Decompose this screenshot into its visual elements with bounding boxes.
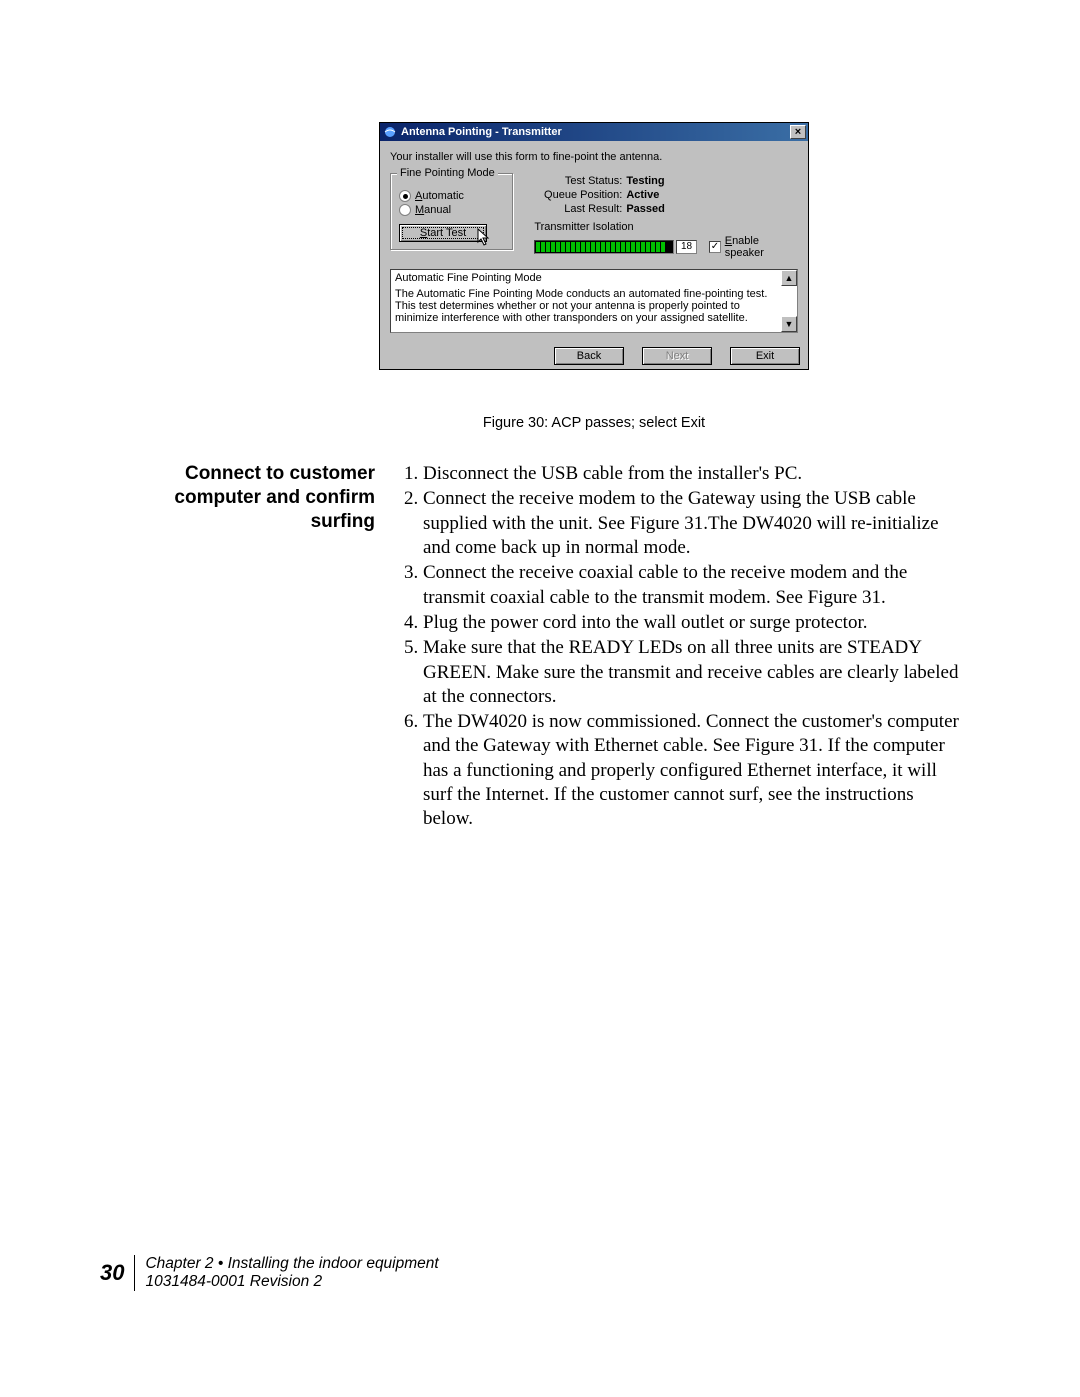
transmitter-isolation-label: Transmitter Isolation xyxy=(534,221,798,233)
back-button[interactable]: Back xyxy=(554,347,624,365)
page-footer: 30 Chapter 2 • Installing the indoor equ… xyxy=(100,1255,439,1292)
next-button[interactable]: Next xyxy=(642,347,712,365)
test-status-value: Testing xyxy=(626,175,664,187)
page-number: 30 xyxy=(100,1260,134,1286)
radio-icon xyxy=(399,190,411,202)
list-item: Connect the receive modem to the Gateway… xyxy=(423,487,965,560)
window-title: Antenna Pointing - Transmitter xyxy=(401,126,562,138)
info-box: Automatic Fine Pointing Mode The Automat… xyxy=(390,269,798,333)
group-legend: Fine Pointing Mode xyxy=(397,167,498,179)
figure-caption: Figure 30: ACP passes; select Exit xyxy=(379,415,809,431)
list-item: Connect the receive coaxial cable to the… xyxy=(423,561,965,610)
status-block: Test Status: Testing Queue Position: Act… xyxy=(534,175,798,215)
list-item: Make sure that the READY LEDs on all thr… xyxy=(423,636,965,709)
enable-speaker-checkbox[interactable]: ✓ Enable speaker xyxy=(709,235,798,259)
app-icon xyxy=(383,125,397,139)
titlebar[interactable]: Antenna Pointing - Transmitter × xyxy=(380,123,808,141)
close-button[interactable]: × xyxy=(790,125,806,139)
exit-button[interactable]: Exit xyxy=(730,347,800,365)
radio-manual[interactable]: Manual xyxy=(399,204,505,216)
info-text: The Automatic Fine Pointing Mode conduct… xyxy=(395,288,781,324)
radio-icon xyxy=(399,204,411,216)
radio-automatic[interactable]: Automatic xyxy=(399,190,505,202)
info-title: Automatic Fine Pointing Mode xyxy=(395,272,781,284)
last-result-label: Last Result: xyxy=(534,203,622,215)
transmitter-isolation-bar xyxy=(534,240,674,254)
fine-pointing-mode-group: Fine Pointing Mode Automatic Manual Star… xyxy=(390,173,514,251)
instruction-steps: Disconnect the USB cable from the instal… xyxy=(395,462,965,833)
antenna-pointing-dialog: Antenna Pointing - Transmitter × Your in… xyxy=(379,122,809,370)
list-item: Plug the power cord into the wall outlet… xyxy=(423,611,965,635)
intro-text: Your installer will use this form to fin… xyxy=(390,151,798,163)
checkbox-icon: ✓ xyxy=(709,241,721,253)
footer-docid: 1031484-0001 Revision 2 xyxy=(145,1273,438,1292)
footer-chapter: Chapter 2 • Installing the indoor equipm… xyxy=(145,1255,438,1274)
last-result-value: Passed xyxy=(626,203,665,215)
radio-automatic-label: Automatic xyxy=(415,190,464,202)
queue-position-label: Queue Position: xyxy=(534,189,622,201)
list-item: Disconnect the USB cable from the instal… xyxy=(423,462,965,486)
list-item: The DW4020 is now commissioned. Connect … xyxy=(423,710,965,832)
scroll-down-button[interactable]: ▼ xyxy=(781,316,797,332)
footer-divider xyxy=(134,1255,135,1291)
queue-position-value: Active xyxy=(626,189,659,201)
section-heading: Connect to customer computer and confirm… xyxy=(120,462,375,533)
radio-manual-label: Manual xyxy=(415,204,451,216)
test-status-label: Test Status: xyxy=(534,175,622,187)
transmitter-isolation-value: 18 xyxy=(676,240,697,254)
start-test-button[interactable]: Start Test xyxy=(399,224,487,242)
enable-speaker-label: Enable speaker xyxy=(725,235,798,259)
scroll-up-button[interactable]: ▲ xyxy=(781,270,797,286)
